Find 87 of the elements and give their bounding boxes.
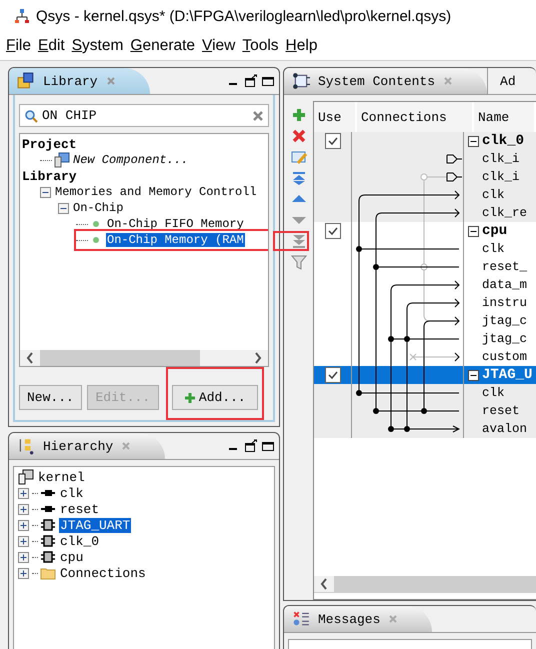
collapse-icon[interactable] [58,202,69,214]
port-name: reset_ [481,260,528,274]
port-name: clk_i [481,152,520,166]
add-icon[interactable] [290,107,306,123]
clear-icon[interactable] [252,110,264,122]
port-name: jtag_c [481,314,528,328]
port-name: clk [481,386,505,400]
expand-icon[interactable] [18,504,29,514]
move-top-icon[interactable] [290,170,306,186]
module-name[interactable]: clk_0 [482,133,524,149]
menu-item[interactable]: View [202,37,236,55]
filter-icon[interactable] [290,254,306,270]
messages-icon [292,610,310,628]
expand-icon[interactable] [18,488,29,498]
port-name: clk [481,188,505,202]
expand-icon[interactable] [18,536,29,546]
port-name: jtag_c [481,332,528,346]
tree-item[interactable]: Connections [59,566,147,580]
detach-icon[interactable] [244,74,258,88]
port-name: instru [481,296,528,310]
collapse-icon[interactable] [40,186,51,198]
horizontal-scrollbar[interactable] [314,576,536,593]
bullet-icon [92,236,100,244]
menu-item[interactable]: File [6,37,31,55]
bullet-icon [92,220,100,228]
checkbox[interactable] [324,367,340,383]
expand-icon[interactable] [18,552,29,562]
window-title: Qsys - kernel.qsys* (D:\FPGA\veriloglearn\led\pro\kernel.qsys) [36,8,452,24]
library-tab[interactable]: Library [9,68,150,94]
search-icon [24,108,38,122]
tree-item[interactable]: reset [59,502,100,516]
module-name[interactable]: cpu [482,223,508,239]
menu-item[interactable]: Edit [38,37,65,55]
port-name: clk_i [481,170,520,184]
panel-tab[interactable]: Ad [487,68,516,94]
module-icon [40,533,56,549]
tree-item[interactable]: JTAG_UART [59,518,132,532]
tree-heading: Project [22,136,77,152]
tree-item[interactable]: clk_0 [59,534,100,548]
computer-icon [54,152,70,168]
computer-icon [18,469,34,485]
maximize-icon[interactable] [261,439,275,453]
menu-item[interactable]: Generate [130,37,196,55]
port-name: clk [481,242,505,256]
collapse-icon[interactable] [468,370,479,380]
module-icon [40,517,56,533]
tree-item[interactable]: clk [59,486,84,500]
panel-tab[interactable]: System Contents [284,68,488,94]
menu-item[interactable]: Tools [242,37,279,55]
scroll-left-icon[interactable] [314,576,334,592]
port-name: custom [481,350,528,364]
collapse-icon[interactable] [468,226,479,236]
checkbox[interactable] [324,223,340,239]
tree-heading: Library [22,168,77,184]
tree-item[interactable]: cpu [59,550,84,564]
messages-tab[interactable]: Messages [284,606,432,632]
expand-icon[interactable] [18,568,29,578]
edit-icon[interactable] [290,149,306,165]
port-name: data_m [481,278,528,292]
library-button[interactable]: New... [19,385,82,410]
port-name: clk_re [481,206,528,220]
checkbox[interactable] [324,133,340,149]
module-icon [40,549,56,565]
search-field[interactable]: ON CHIP [19,104,269,127]
collapse-icon[interactable] [468,136,479,146]
tree-item[interactable]: On-Chip Memory (RAM [106,233,245,247]
remove-icon[interactable] [290,128,306,144]
horizontal-scrollbar[interactable] [20,350,268,366]
library-icon [17,72,35,90]
port-name: reset [481,404,520,418]
hierarchy-tab[interactable]: Hierarchy [9,433,166,459]
tree-item[interactable]: kernel [37,470,86,484]
tree-item[interactable]: New Component... [73,153,188,167]
detach-icon[interactable] [244,439,258,453]
expand-icon[interactable] [18,520,29,530]
maximize-icon[interactable] [261,74,275,88]
hierarchy-icon [17,437,35,455]
plus-icon [184,392,196,404]
menu-item[interactable]: Help [286,37,318,55]
tree-item[interactable]: On-Chip [72,201,124,215]
menu-item[interactable]: System [72,37,124,55]
tree-item[interactable]: Memories and Memory Controll [54,185,258,199]
tree-item[interactable]: On-Chip FIFO Memory [106,217,245,231]
port-name: avalon [481,422,528,436]
schematic-icon [292,72,310,90]
library-button[interactable]: Add... [172,385,258,410]
app-icon [14,8,30,24]
